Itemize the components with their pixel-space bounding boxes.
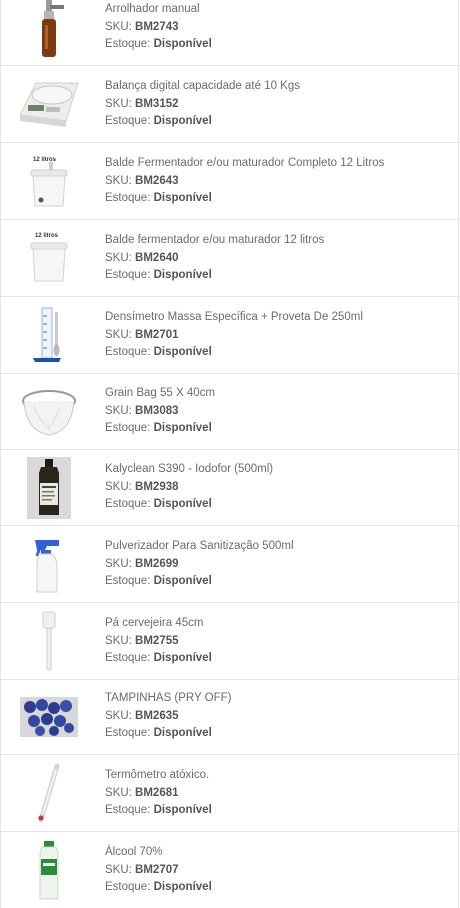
product-sku: SKU: BM2635	[105, 709, 179, 722]
product-name[interactable]: Kalyclean S390 - Iodofor (500ml)	[105, 461, 273, 479]
product-name[interactable]: Grain Bag 55 X 40cm	[105, 385, 215, 403]
list-item[interactable]: 12 litros Balde Fermentador e/ou maturad…	[0, 142, 459, 219]
capper-icon[interactable]	[1, 0, 96, 65]
product-name[interactable]: Balança digital capacidade até 10 Kgs	[105, 78, 300, 96]
spray-bottle-icon[interactable]	[1, 526, 96, 602]
list-item[interactable]: Kalyclean S390 - Iodofor (500ml) SKU: BM…	[0, 449, 459, 525]
hydrometer-icon[interactable]	[1, 297, 96, 373]
product-stock: Estoque: Disponível	[105, 575, 212, 587]
product-name[interactable]: Balde Fermentador e/ou maturador Complet…	[105, 155, 384, 173]
product-sku: SKU: BM3152	[105, 97, 179, 110]
product-name[interactable]: Álcool 70%	[105, 844, 212, 862]
product-stock: Estoque: Disponível	[105, 38, 212, 50]
iodofor-bottle-icon[interactable]	[1, 450, 96, 525]
product-name[interactable]: Pá cervejeira 45cm	[105, 615, 212, 633]
product-name[interactable]: Balde fermentador e/ou maturador 12 litr…	[105, 232, 324, 250]
bottle-caps-icon[interactable]	[1, 680, 96, 754]
product-sku: SKU: BM2681	[105, 786, 179, 799]
product-stock: Estoque: Disponível	[105, 727, 212, 739]
list-item[interactable]: TAMPINHAS (PRY OFF) SKU: BM2635 Estoque:…	[0, 679, 459, 754]
product-sku: SKU: BM2743	[105, 20, 179, 33]
fermenter-bucket-icon[interactable]: 12 litros	[1, 220, 96, 296]
scale-icon[interactable]	[1, 66, 96, 142]
product-sku: SKU: BM2938	[105, 480, 179, 493]
svg-text:12 litros: 12 litros	[35, 233, 59, 239]
list-item[interactable]: Pulverizador Para Sanitização 500ml SKU:…	[0, 525, 459, 602]
product-stock: Estoque: Disponível	[105, 498, 212, 510]
product-stock: Estoque: Disponível	[105, 346, 212, 358]
product-name[interactable]: Pulverizador Para Sanitização 500ml	[105, 538, 294, 556]
list-item[interactable]: Arrolhador manual SKU: BM2743 Estoque: D…	[0, 0, 459, 65]
product-sku: SKU: BM2701	[105, 328, 179, 341]
alcohol-bottle-icon[interactable]	[1, 832, 96, 908]
product-stock: Estoque: Disponível	[105, 192, 212, 204]
brewing-paddle-icon[interactable]	[1, 603, 96, 679]
svg-text:12 litros: 12 litros	[33, 157, 57, 163]
product-stock: Estoque: Disponível	[105, 422, 212, 434]
product-sku: SKU: BM2643	[105, 174, 179, 187]
list-item[interactable]: Densímetro Massa Específica + Proveta De…	[0, 296, 459, 373]
fermenter-bucket-complete-icon[interactable]: 12 litros	[1, 143, 96, 219]
list-item[interactable]: Álcool 70% SKU: BM2707 Estoque: Disponív…	[0, 831, 459, 908]
product-stock: Estoque: Disponível	[105, 115, 212, 127]
list-item[interactable]: Balança digital capacidade até 10 Kgs SK…	[0, 65, 459, 142]
product-name[interactable]: Densímetro Massa Específica + Proveta De…	[105, 309, 363, 327]
product-sku: SKU: BM2755	[105, 634, 179, 647]
product-sku: SKU: BM2699	[105, 557, 179, 570]
product-stock: Estoque: Disponível	[105, 881, 212, 893]
product-sku: SKU: BM2640	[105, 251, 179, 264]
list-item[interactable]: 12 litros Balde fermentador e/ou maturad…	[0, 219, 459, 296]
list-item[interactable]: Grain Bag 55 X 40cm SKU: BM3083 Estoque:…	[0, 373, 459, 449]
product-stock: Estoque: Disponível	[105, 804, 212, 816]
product-stock: Estoque: Disponível	[105, 269, 212, 281]
product-name[interactable]: Termômetro atóxico.	[105, 767, 212, 785]
product-sku: SKU: BM2707	[105, 863, 179, 876]
product-name[interactable]: TAMPINHAS (PRY OFF)	[105, 690, 232, 708]
list-item[interactable]: Pá cervejeira 45cm SKU: BM2755 Estoque: …	[0, 602, 459, 679]
product-sku: SKU: BM3083	[105, 404, 179, 417]
list-item[interactable]: Termômetro atóxico. SKU: BM2681 Estoque:…	[0, 754, 459, 831]
grain-bag-icon[interactable]	[1, 374, 96, 449]
thermometer-icon[interactable]	[1, 755, 96, 831]
product-stock: Estoque: Disponível	[105, 652, 212, 664]
product-name[interactable]: Arrolhador manual	[105, 1, 212, 19]
